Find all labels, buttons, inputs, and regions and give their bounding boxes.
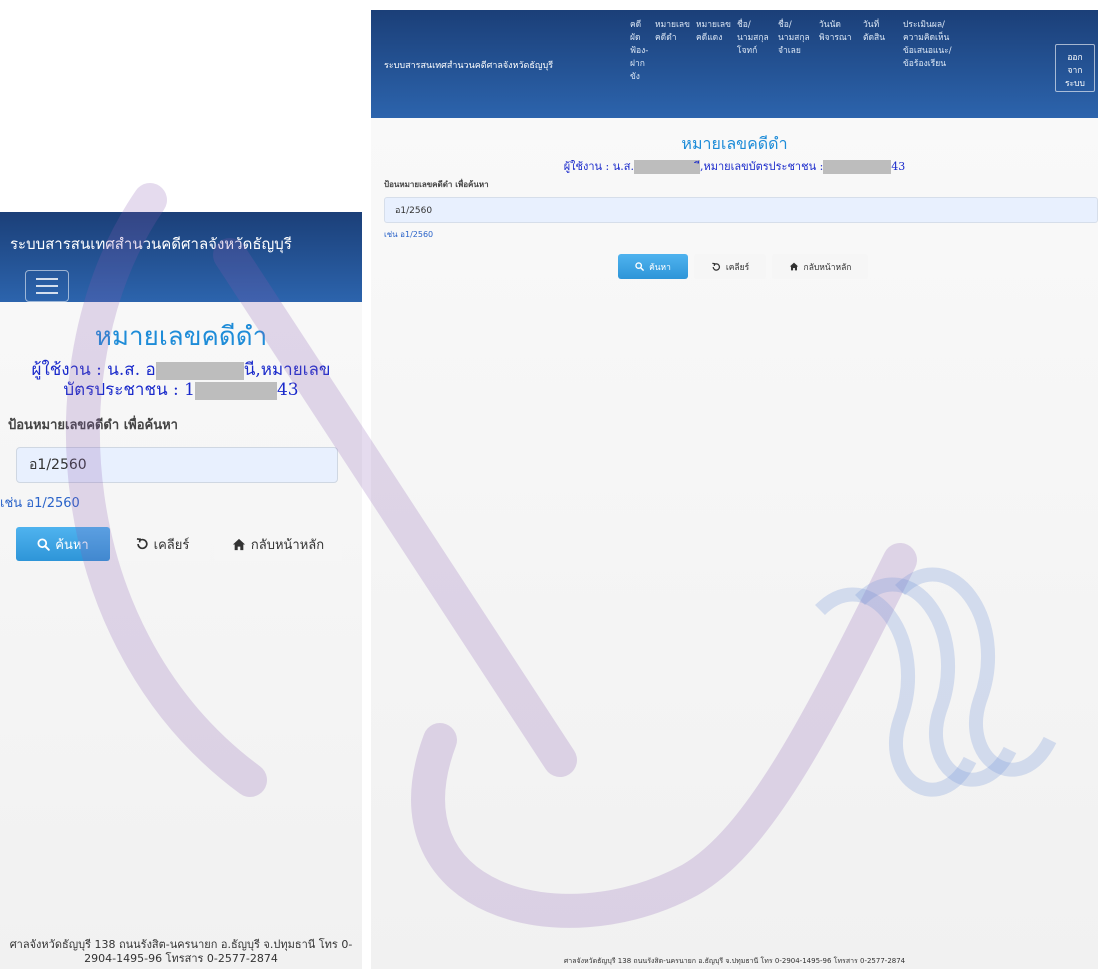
id-label: บัตรประชาชน : 1 [63,380,195,400]
clear-button[interactable]: เคลียร์ [694,254,766,279]
nav-item-feedback[interactable]: ประเมินผล/ ความคิดเห็น ข้อเสนอแนะ/ ข้อร้… [903,19,952,71]
user-name-suffix: นี,หมายเลข [243,360,331,380]
search-hint: เช่น อ1/2560 [0,496,80,511]
nav-item-defendant-name[interactable]: ชื่อ/ นามสกุล จำเลย [778,19,810,58]
search-label: ป้อนหมายเลขคดีดำ เพื่อค้นหา [8,418,178,433]
clear-button-label: เคลียร์ [153,537,190,553]
user-info: ผู้ใช้งาน : น.ส. อ นี,หมายเลข บัตรประชาชน… [8,360,354,400]
home-icon [232,538,245,550]
search-button[interactable]: ค้นหา [16,527,110,561]
mobile-navbar: ระบบสารสนเทศสำนวนคดีศาลจังหวัดธัญบุรี [0,212,362,302]
hamburger-icon[interactable] [25,270,69,302]
footer-line-2: 2904-1495-96 โทรสาร 0-2577-2874 [84,952,278,965]
nav-item-judgment-date[interactable]: วันที่ ตัดสิน [863,19,885,45]
search-button-label: ค้นหา [649,262,671,273]
mobile-view: ระบบสารสนเทศสำนวนคดีศาลจังหวัดธัญบุรี หม… [0,212,362,969]
undo-icon [136,538,148,550]
id-suffix: 43 [891,160,906,173]
footer: ศาลจังหวัดธัญบุรี 138 ถนนรังสิต-นครนายก … [0,938,362,966]
user-prefix: ผู้ใช้งาน : น.ส. [563,160,634,173]
clear-button[interactable]: เคลียร์ [114,527,210,561]
page-title: หมายเลขคดีดำ [681,134,788,153]
brand-title[interactable]: ระบบสารสนเทศสำนวนคดีศาลจังหวัดธัญบุรี [10,232,352,256]
search-input[interactable] [384,197,1098,223]
user-prefix: ผู้ใช้งาน : น.ส. อ [31,360,156,380]
search-label: ป้อนหมายเลขคดีดำ เพื่อค้นหา [384,180,489,189]
redacted-name [155,361,244,380]
search-button[interactable]: ค้นหา [618,254,688,279]
home-button-label: กลับหน้าหลัก [250,537,325,553]
search-hint: เช่น อ1/2560 [384,230,434,239]
nav-item-black-case[interactable]: หมายเลข คดีดำ [655,19,690,45]
nav-item-plaintiff-name[interactable]: ชื่อ/ นามสกุล โจทก์ [737,19,769,58]
redacted-id [823,160,892,174]
nav-item-hearing-date[interactable]: วันนัด พิจารณา [819,19,852,45]
undo-icon [712,262,720,271]
redacted-name [633,160,700,174]
search-input[interactable] [16,447,338,483]
search-button-label: ค้นหา [55,537,89,553]
footer: ศาลจังหวัดธัญบุรี 138 ถนนรังสิต-นครนายก … [563,957,906,965]
home-button-label: กลับหน้าหลัก [803,262,852,273]
page-title: หมายเลขคดีดำ [94,322,268,352]
desktop-view: ระบบสารสนเทศสำนวนคดีศาลจังหวัดธัญบุรี คด… [371,10,1098,969]
home-button[interactable]: กลับหน้าหลัก [214,527,342,561]
user-id-label: ี,หมายเลขบัตรประชาชน : [699,160,824,173]
desktop-navbar: ระบบสารสนเทศสำนวนคดีศาลจังหวัดธัญบุรี คด… [371,10,1098,118]
user-info: ผู้ใช้งาน : น.ส.ี,หมายเลขบัตรประชาชน : 43 [371,157,1098,175]
mobile-content: หมายเลขคดีดำ ผู้ใช้งาน : น.ส. อ นี,หมายเล… [0,316,362,435]
search-icon [635,262,644,271]
home-button[interactable]: กลับหน้าหลัก [772,254,868,279]
search-icon [37,537,51,551]
id-suffix: 43 [276,380,299,400]
brand-title[interactable]: ระบบสารสนเทศสำนวนคดีศาลจังหวัดธัญบุรี [384,58,553,72]
nav-item-postpone[interactable]: คดี ผัด ฟ้อง- ฝาก ขัง [630,19,648,84]
button-group: ค้นหา เคลียร์ กลับหน้าหลัก [618,254,868,279]
logout-button[interactable]: ออก จาก ระบบ [1055,44,1095,92]
button-group: ค้นหา เคลียร์ กลับหน้าหลัก [16,527,362,561]
redacted-id [194,381,277,400]
clear-button-label: เคลียร์ [725,262,750,273]
footer-line-1: ศาลจังหวัดธัญบุรี 138 ถนนรังสิต-นครนายก … [9,938,353,951]
nav-item-red-case[interactable]: หมายเลข คดีแดง [696,19,731,45]
home-icon [789,262,798,271]
